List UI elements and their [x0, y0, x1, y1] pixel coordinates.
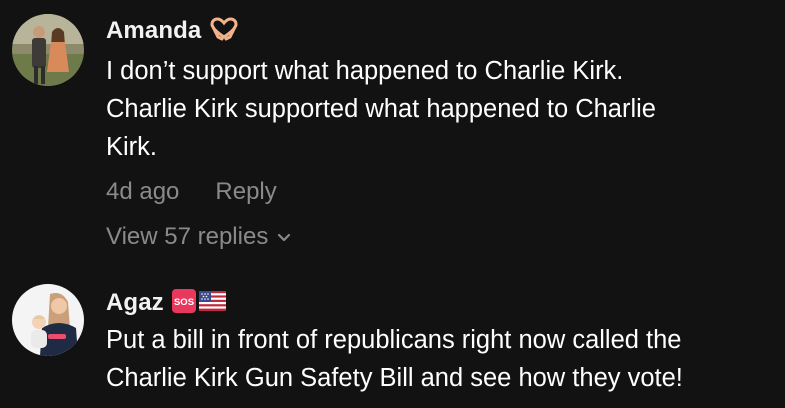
- avatar[interactable]: [12, 14, 84, 86]
- comment-header: Amanda: [106, 16, 777, 46]
- view-replies-label: View 57 replies: [106, 223, 269, 250]
- comment-text: I don’t support what happened to Charlie…: [106, 57, 656, 161]
- us-flag-icon: [198, 290, 226, 316]
- comment-header: Agaz SOS: [106, 288, 777, 318]
- user-badges: [209, 16, 239, 46]
- comment-meta: 4d ago Reply: [106, 174, 777, 210]
- username[interactable]: Agaz: [106, 289, 164, 317]
- timestamp: 4d ago: [106, 178, 180, 205]
- avatar[interactable]: [12, 284, 84, 356]
- view-replies-button[interactable]: View 57 replies: [106, 219, 777, 255]
- comment-text: Put a bill in front of republicans right…: [106, 326, 683, 392]
- sos-icon: SOS: [171, 288, 196, 318]
- user-badges: SOS: [171, 288, 226, 318]
- chevron-down-icon: [268, 223, 292, 251]
- reply-button[interactable]: Reply: [215, 178, 276, 206]
- svg-text:SOS: SOS: [174, 297, 194, 308]
- username[interactable]: Amanda: [106, 17, 201, 45]
- heart-hands-icon: [209, 16, 239, 46]
